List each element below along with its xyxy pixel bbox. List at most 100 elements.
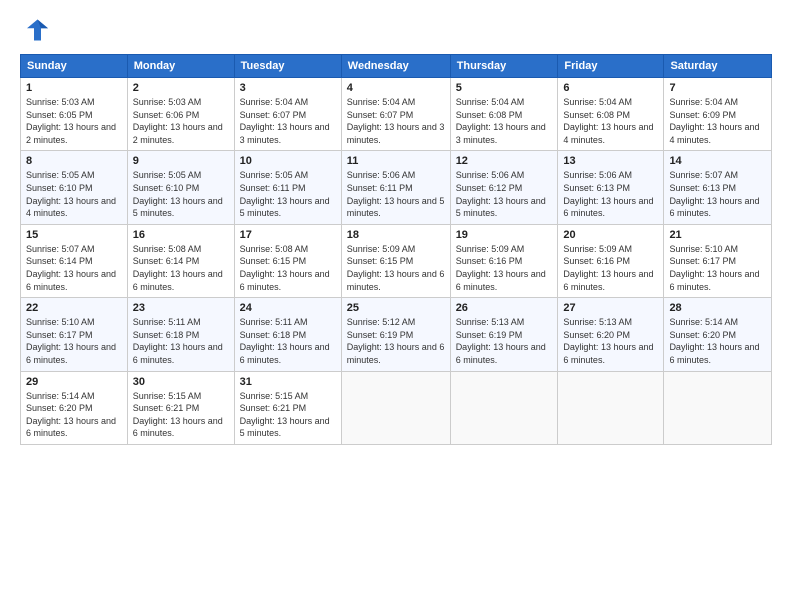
calendar-week-row: 15 Sunrise: 5:07 AM Sunset: 6:14 PM Dayl… xyxy=(21,224,772,297)
calendar-cell: 16 Sunrise: 5:08 AM Sunset: 6:14 PM Dayl… xyxy=(127,224,234,297)
day-number: 20 xyxy=(563,229,658,241)
calendar-cell xyxy=(450,371,558,444)
calendar-cell: 18 Sunrise: 5:09 AM Sunset: 6:15 PM Dayl… xyxy=(341,224,450,297)
day-info: Sunrise: 5:12 AM Sunset: 6:19 PM Dayligh… xyxy=(347,316,445,366)
calendar-cell: 11 Sunrise: 5:06 AM Sunset: 6:11 PM Dayl… xyxy=(341,151,450,224)
calendar-cell: 29 Sunrise: 5:14 AM Sunset: 6:20 PM Dayl… xyxy=(21,371,128,444)
calendar-cell: 23 Sunrise: 5:11 AM Sunset: 6:18 PM Dayl… xyxy=(127,298,234,371)
day-info: Sunrise: 5:04 AM Sunset: 6:07 PM Dayligh… xyxy=(240,96,336,146)
calendar-week-row: 1 Sunrise: 5:03 AM Sunset: 6:05 PM Dayli… xyxy=(21,78,772,151)
logo xyxy=(20,16,52,44)
calendar-cell: 3 Sunrise: 5:04 AM Sunset: 6:07 PM Dayli… xyxy=(234,78,341,151)
calendar-cell: 1 Sunrise: 5:03 AM Sunset: 6:05 PM Dayli… xyxy=(21,78,128,151)
calendar-cell: 7 Sunrise: 5:04 AM Sunset: 6:09 PM Dayli… xyxy=(664,78,772,151)
day-info: Sunrise: 5:14 AM Sunset: 6:20 PM Dayligh… xyxy=(26,390,122,440)
day-info: Sunrise: 5:05 AM Sunset: 6:10 PM Dayligh… xyxy=(26,169,122,219)
day-number: 31 xyxy=(240,376,336,388)
day-number: 8 xyxy=(26,155,122,167)
day-number: 15 xyxy=(26,229,122,241)
day-number: 16 xyxy=(133,229,229,241)
day-number: 30 xyxy=(133,376,229,388)
calendar-cell: 25 Sunrise: 5:12 AM Sunset: 6:19 PM Dayl… xyxy=(341,298,450,371)
day-number: 6 xyxy=(563,82,658,94)
calendar-cell: 30 Sunrise: 5:15 AM Sunset: 6:21 PM Dayl… xyxy=(127,371,234,444)
days-of-week-row: SundayMondayTuesdayWednesdayThursdayFrid… xyxy=(21,55,772,78)
day-of-week-header: Saturday xyxy=(664,55,772,78)
day-number: 11 xyxy=(347,155,445,167)
day-of-week-header: Tuesday xyxy=(234,55,341,78)
day-of-week-header: Thursday xyxy=(450,55,558,78)
day-info: Sunrise: 5:15 AM Sunset: 6:21 PM Dayligh… xyxy=(240,390,336,440)
calendar-cell: 27 Sunrise: 5:13 AM Sunset: 6:20 PM Dayl… xyxy=(558,298,664,371)
day-number: 1 xyxy=(26,82,122,94)
day-number: 17 xyxy=(240,229,336,241)
day-info: Sunrise: 5:07 AM Sunset: 6:13 PM Dayligh… xyxy=(669,169,766,219)
day-number: 27 xyxy=(563,302,658,314)
calendar-cell: 10 Sunrise: 5:05 AM Sunset: 6:11 PM Dayl… xyxy=(234,151,341,224)
calendar-cell: 24 Sunrise: 5:11 AM Sunset: 6:18 PM Dayl… xyxy=(234,298,341,371)
day-info: Sunrise: 5:07 AM Sunset: 6:14 PM Dayligh… xyxy=(26,243,122,293)
day-info: Sunrise: 5:08 AM Sunset: 6:14 PM Dayligh… xyxy=(133,243,229,293)
day-info: Sunrise: 5:10 AM Sunset: 6:17 PM Dayligh… xyxy=(26,316,122,366)
day-number: 25 xyxy=(347,302,445,314)
day-info: Sunrise: 5:13 AM Sunset: 6:20 PM Dayligh… xyxy=(563,316,658,366)
calendar-cell: 5 Sunrise: 5:04 AM Sunset: 6:08 PM Dayli… xyxy=(450,78,558,151)
day-info: Sunrise: 5:05 AM Sunset: 6:10 PM Dayligh… xyxy=(133,169,229,219)
day-number: 22 xyxy=(26,302,122,314)
day-info: Sunrise: 5:11 AM Sunset: 6:18 PM Dayligh… xyxy=(133,316,229,366)
day-number: 14 xyxy=(669,155,766,167)
day-info: Sunrise: 5:06 AM Sunset: 6:12 PM Dayligh… xyxy=(456,169,553,219)
day-number: 5 xyxy=(456,82,553,94)
day-number: 4 xyxy=(347,82,445,94)
day-number: 7 xyxy=(669,82,766,94)
calendar-cell: 8 Sunrise: 5:05 AM Sunset: 6:10 PM Dayli… xyxy=(21,151,128,224)
day-number: 24 xyxy=(240,302,336,314)
day-info: Sunrise: 5:05 AM Sunset: 6:11 PM Dayligh… xyxy=(240,169,336,219)
calendar-cell: 6 Sunrise: 5:04 AM Sunset: 6:08 PM Dayli… xyxy=(558,78,664,151)
day-info: Sunrise: 5:03 AM Sunset: 6:06 PM Dayligh… xyxy=(133,96,229,146)
day-number: 21 xyxy=(669,229,766,241)
day-number: 9 xyxy=(133,155,229,167)
calendar-cell: 4 Sunrise: 5:04 AM Sunset: 6:07 PM Dayli… xyxy=(341,78,450,151)
calendar-week-row: 22 Sunrise: 5:10 AM Sunset: 6:17 PM Dayl… xyxy=(21,298,772,371)
calendar-cell: 21 Sunrise: 5:10 AM Sunset: 6:17 PM Dayl… xyxy=(664,224,772,297)
day-number: 3 xyxy=(240,82,336,94)
day-number: 2 xyxy=(133,82,229,94)
calendar-cell: 15 Sunrise: 5:07 AM Sunset: 6:14 PM Dayl… xyxy=(21,224,128,297)
calendar-cell: 9 Sunrise: 5:05 AM Sunset: 6:10 PM Dayli… xyxy=(127,151,234,224)
day-info: Sunrise: 5:04 AM Sunset: 6:08 PM Dayligh… xyxy=(563,96,658,146)
day-info: Sunrise: 5:11 AM Sunset: 6:18 PM Dayligh… xyxy=(240,316,336,366)
day-info: Sunrise: 5:03 AM Sunset: 6:05 PM Dayligh… xyxy=(26,96,122,146)
day-info: Sunrise: 5:06 AM Sunset: 6:11 PM Dayligh… xyxy=(347,169,445,219)
calendar-week-row: 8 Sunrise: 5:05 AM Sunset: 6:10 PM Dayli… xyxy=(21,151,772,224)
day-info: Sunrise: 5:10 AM Sunset: 6:17 PM Dayligh… xyxy=(669,243,766,293)
day-info: Sunrise: 5:04 AM Sunset: 6:08 PM Dayligh… xyxy=(456,96,553,146)
calendar-cell: 12 Sunrise: 5:06 AM Sunset: 6:12 PM Dayl… xyxy=(450,151,558,224)
day-number: 29 xyxy=(26,376,122,388)
day-info: Sunrise: 5:04 AM Sunset: 6:07 PM Dayligh… xyxy=(347,96,445,146)
day-of-week-header: Friday xyxy=(558,55,664,78)
calendar-table: SundayMondayTuesdayWednesdayThursdayFrid… xyxy=(20,54,772,445)
calendar-body: 1 Sunrise: 5:03 AM Sunset: 6:05 PM Dayli… xyxy=(21,78,772,445)
calendar-cell: 20 Sunrise: 5:09 AM Sunset: 6:16 PM Dayl… xyxy=(558,224,664,297)
day-number: 10 xyxy=(240,155,336,167)
day-number: 23 xyxy=(133,302,229,314)
day-of-week-header: Monday xyxy=(127,55,234,78)
day-info: Sunrise: 5:04 AM Sunset: 6:09 PM Dayligh… xyxy=(669,96,766,146)
calendar-cell: 2 Sunrise: 5:03 AM Sunset: 6:06 PM Dayli… xyxy=(127,78,234,151)
day-info: Sunrise: 5:09 AM Sunset: 6:16 PM Dayligh… xyxy=(563,243,658,293)
day-info: Sunrise: 5:08 AM Sunset: 6:15 PM Dayligh… xyxy=(240,243,336,293)
calendar-cell: 17 Sunrise: 5:08 AM Sunset: 6:15 PM Dayl… xyxy=(234,224,341,297)
day-info: Sunrise: 5:09 AM Sunset: 6:15 PM Dayligh… xyxy=(347,243,445,293)
calendar-cell: 14 Sunrise: 5:07 AM Sunset: 6:13 PM Dayl… xyxy=(664,151,772,224)
day-info: Sunrise: 5:09 AM Sunset: 6:16 PM Dayligh… xyxy=(456,243,553,293)
day-number: 19 xyxy=(456,229,553,241)
day-info: Sunrise: 5:13 AM Sunset: 6:19 PM Dayligh… xyxy=(456,316,553,366)
day-info: Sunrise: 5:14 AM Sunset: 6:20 PM Dayligh… xyxy=(669,316,766,366)
calendar-cell xyxy=(664,371,772,444)
calendar-cell: 26 Sunrise: 5:13 AM Sunset: 6:19 PM Dayl… xyxy=(450,298,558,371)
calendar-cell: 31 Sunrise: 5:15 AM Sunset: 6:21 PM Dayl… xyxy=(234,371,341,444)
calendar-cell xyxy=(558,371,664,444)
day-number: 26 xyxy=(456,302,553,314)
calendar-cell xyxy=(341,371,450,444)
